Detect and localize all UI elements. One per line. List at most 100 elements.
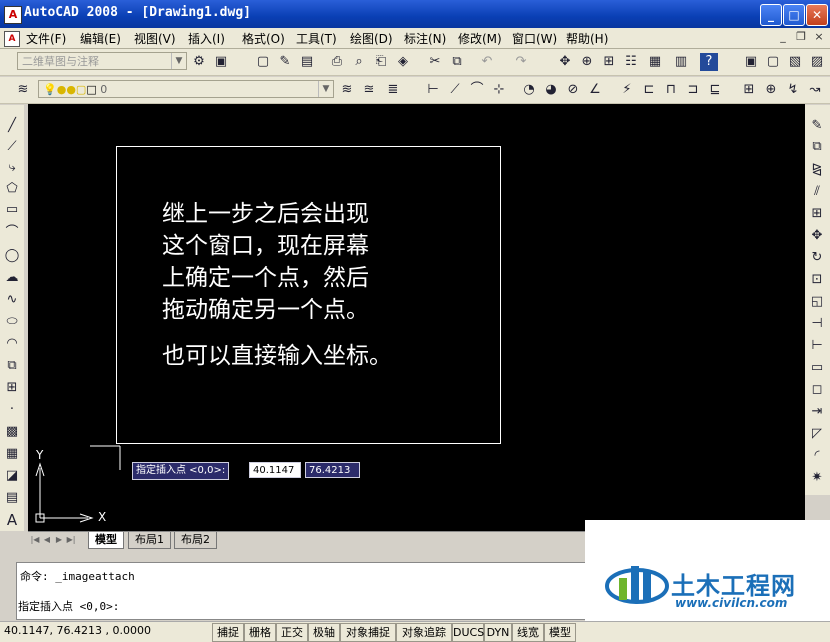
menu-draw[interactable]: 绘图(D) xyxy=(350,30,393,47)
revision-cloud-icon[interactable]: ☁ xyxy=(3,269,21,287)
command-line-input[interactable]: 指定插入点 <0,0>: xyxy=(18,598,578,614)
rotate-icon[interactable]: ↻ xyxy=(808,249,826,267)
aligned-dim-icon[interactable]: ⟋ xyxy=(446,81,464,99)
pan-icon[interactable]: ✥ xyxy=(556,53,574,71)
close-button[interactable]: ✕ xyxy=(806,4,828,26)
first-tab-icon[interactable]: |◀ xyxy=(30,534,40,546)
diameter-dim-icon[interactable]: ⊘ xyxy=(564,81,582,99)
calculator-icon[interactable]: ▥ xyxy=(672,53,690,71)
rectangle-icon[interactable]: ▭ xyxy=(3,201,21,219)
make-layer-current-icon[interactable]: ≋ xyxy=(338,81,356,99)
mtext-icon[interactable]: A xyxy=(3,511,21,529)
scale-icon[interactable]: ⊡ xyxy=(808,271,826,289)
break-at-point-icon[interactable]: ▭ xyxy=(808,359,826,377)
viewport-icon-2[interactable]: ▢ xyxy=(764,53,782,71)
3d-dwf-icon[interactable]: ◈ xyxy=(394,53,412,71)
doc-minimize-button[interactable]: _ xyxy=(776,30,790,44)
layer-states-icon[interactable]: ≣ xyxy=(384,81,402,99)
explode-icon[interactable]: ✷ xyxy=(808,469,826,487)
undo-icon[interactable]: ↶ xyxy=(478,53,496,71)
publish-icon[interactable]: ⎗ xyxy=(372,53,390,71)
ortho-toggle[interactable]: 正交 xyxy=(276,623,308,642)
new-icon[interactable]: ▢ xyxy=(254,53,272,71)
cut-icon[interactable]: ✂ xyxy=(426,53,444,71)
tab-model[interactable]: 模型 xyxy=(88,532,124,549)
properties-icon[interactable]: ☷ xyxy=(622,53,640,71)
line-icon[interactable]: ╱ xyxy=(3,117,21,135)
chamfer-icon[interactable]: ◸ xyxy=(808,425,826,443)
angular-dim-icon[interactable]: ∠ xyxy=(586,81,604,99)
plot-preview-icon[interactable]: ⌕ xyxy=(350,53,368,71)
menu-file[interactable]: 文件(F) xyxy=(26,30,66,47)
tolerance-icon[interactable]: ⊞ xyxy=(740,81,758,99)
menu-tools[interactable]: 工具(T) xyxy=(296,30,337,47)
ordinate-dim-icon[interactable]: ⊹ xyxy=(490,81,508,99)
copy-object-icon[interactable]: ⧉ xyxy=(808,138,826,156)
next-tab-icon[interactable]: ▶ xyxy=(54,534,64,546)
save-icon[interactable]: ▤ xyxy=(298,53,316,71)
tab-layout1[interactable]: 布局1 xyxy=(128,532,171,549)
extend-icon[interactable]: ⊢ xyxy=(808,337,826,355)
designcenter-icon[interactable]: ▦ xyxy=(646,53,664,71)
stretch-icon[interactable]: ◱ xyxy=(808,293,826,311)
menu-format[interactable]: 格式(O) xyxy=(242,30,285,47)
dim-space-icon[interactable]: ⊐ xyxy=(684,81,702,99)
help-icon[interactable]: ? xyxy=(700,53,718,71)
dyn-toggle[interactable]: DYN xyxy=(484,623,512,642)
ellipse-icon[interactable]: ⬭ xyxy=(3,313,21,331)
tab-layout2[interactable]: 布局2 xyxy=(174,532,217,549)
layer-manager-icon[interactable]: ≋ xyxy=(14,81,32,99)
osnap-toggle[interactable]: 对象捕捉 xyxy=(340,623,396,642)
doc-restore-button[interactable]: ❐ xyxy=(794,30,808,44)
workspace-select[interactable]: 二维草图与注释 ▼ xyxy=(17,52,187,70)
redo-icon[interactable]: ↷ xyxy=(512,53,530,71)
point-icon[interactable]: · xyxy=(3,401,21,419)
open-icon[interactable]: ✎ xyxy=(276,53,294,71)
dynamic-input-y-field[interactable]: 76.4213 xyxy=(305,462,360,478)
array-icon[interactable]: ⊞ xyxy=(808,205,826,223)
polyline-icon[interactable]: ⤷ xyxy=(3,159,21,177)
quick-dim-icon[interactable]: ⚡ xyxy=(618,81,636,99)
offset-icon[interactable]: ⫽ xyxy=(808,183,826,201)
radius-dim-icon[interactable]: ◔ xyxy=(520,81,538,99)
ducs-toggle[interactable]: DUCS xyxy=(452,623,484,642)
dim-break-icon[interactable]: ⊑ xyxy=(706,81,724,99)
linear-dim-icon[interactable]: ⊢ xyxy=(424,81,442,99)
arc-length-icon[interactable]: ⌒ xyxy=(468,81,486,99)
maximize-button[interactable]: □ xyxy=(783,4,805,26)
lineweight-toggle[interactable]: 线宽 xyxy=(512,623,544,642)
table-icon[interactable]: ▤ xyxy=(3,489,21,507)
snap-toggle[interactable]: 捕捉 xyxy=(212,623,244,642)
inspect-icon[interactable]: ↯ xyxy=(784,81,802,99)
minimize-button[interactable]: _ xyxy=(760,4,782,26)
viewport-icon-3[interactable]: ▧ xyxy=(786,53,804,71)
viewport-icon-1[interactable]: ▣ xyxy=(742,53,760,71)
layer-select[interactable]: 💡●●▢□ 0 ▼ xyxy=(38,80,334,98)
baseline-dim-icon[interactable]: ⊏ xyxy=(640,81,658,99)
plot-icon[interactable]: ⎙ xyxy=(328,53,346,71)
construction-line-icon[interactable]: ⟋ xyxy=(3,138,21,156)
ellipse-arc-icon[interactable]: ◠ xyxy=(3,335,21,353)
zoom-window-icon[interactable]: ⊞ xyxy=(600,53,618,71)
workspace-settings-icon[interactable]: ⚙ xyxy=(190,53,208,71)
insert-block-icon[interactable]: ⧉ xyxy=(3,357,21,375)
circle-icon[interactable]: ◯ xyxy=(3,247,21,265)
otrack-toggle[interactable]: 对象追踪 xyxy=(396,623,452,642)
grid-toggle[interactable]: 栅格 xyxy=(244,623,276,642)
polygon-icon[interactable]: ⬠ xyxy=(3,180,21,198)
continue-dim-icon[interactable]: ⊓ xyxy=(662,81,680,99)
zoom-realtime-icon[interactable]: ⊕ xyxy=(578,53,596,71)
menu-window[interactable]: 窗口(W) xyxy=(512,30,557,47)
copy-icon[interactable]: ⧉ xyxy=(448,53,466,71)
arc-icon[interactable]: ⌒ xyxy=(3,224,21,242)
model-space-toggle[interactable]: 模型 xyxy=(544,623,576,642)
break-icon[interactable]: ◻ xyxy=(808,381,826,399)
region-icon[interactable]: ◪ xyxy=(3,467,21,485)
viewport-icon-4[interactable]: ▨ xyxy=(808,53,826,71)
menu-modify[interactable]: 修改(M) xyxy=(458,30,502,47)
menu-edit[interactable]: 编辑(E) xyxy=(80,30,121,47)
menu-dimension[interactable]: 标注(N) xyxy=(404,30,446,47)
center-mark-icon[interactable]: ⊕ xyxy=(762,81,780,99)
erase-icon[interactable]: ✎ xyxy=(808,117,826,135)
menu-help[interactable]: 帮助(H) xyxy=(566,30,608,47)
